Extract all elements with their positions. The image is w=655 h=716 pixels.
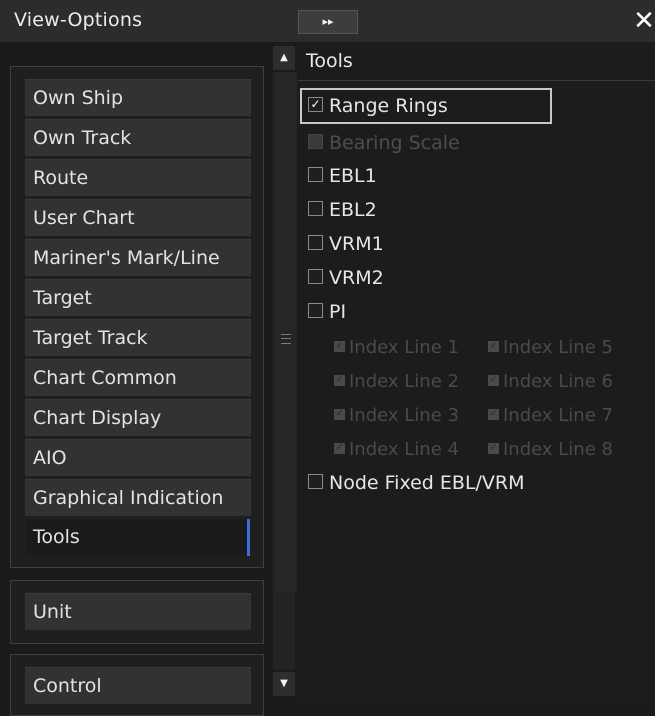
category-graphical-indication[interactable]: Graphical Indication: [25, 479, 251, 516]
control-group: Control: [10, 654, 264, 716]
scroll-down-button[interactable]: ▼: [273, 672, 295, 696]
index-line-2: ✓ Index Line 2: [334, 371, 459, 392]
category-aio[interactable]: AIO: [25, 439, 251, 476]
close-button[interactable]: ✕: [632, 6, 655, 36]
arrow-down-icon: ▼: [280, 678, 288, 689]
section-divider: [298, 80, 655, 81]
category-own-ship[interactable]: Own Ship: [25, 79, 251, 116]
title-bar: View-Options ▸▸ ✕: [0, 0, 655, 42]
checkbox-disabled-icon: ✓: [488, 442, 499, 454]
checkbox-disabled-icon: ✓: [488, 340, 499, 352]
option-label: Node Fixed EBL/VRM: [329, 472, 525, 494]
index-line-5: ✓ Index Line 5: [488, 337, 613, 358]
active-indicator: [247, 519, 250, 556]
index-line-8: ✓ Index Line 8: [488, 439, 613, 460]
checkbox-disabled-icon: [308, 134, 323, 149]
option-label: Range Rings: [329, 95, 448, 117]
checkbox-icon[interactable]: [308, 201, 323, 216]
category-target-track[interactable]: Target Track: [25, 319, 251, 356]
scroll-up-button[interactable]: ▲: [273, 46, 295, 70]
checkbox-icon[interactable]: [308, 167, 323, 182]
category-control[interactable]: Control: [25, 667, 251, 704]
option-vrm2[interactable]: VRM2: [308, 265, 384, 291]
scroll-track[interactable]: [273, 72, 297, 670]
category-panel: Own Ship Own Track Route User Chart Mari…: [0, 42, 270, 716]
category-chart-common[interactable]: Chart Common: [25, 359, 251, 396]
category-unit[interactable]: Unit: [25, 593, 251, 630]
option-node-fixed-ebl-vrm[interactable]: Node Fixed EBL/VRM: [308, 470, 525, 496]
option-bearing-scale: Bearing Scale: [308, 130, 460, 156]
category-mariners-mark[interactable]: Mariner's Mark/Line: [25, 239, 251, 276]
option-label: VRM2: [329, 267, 384, 289]
arrow-up-icon: ▲: [280, 52, 288, 63]
index-line-1: ✓ Index Line 1: [334, 337, 459, 358]
index-line-7: ✓ Index Line 7: [488, 405, 613, 426]
unit-group: Unit: [10, 580, 264, 644]
checkbox-disabled-icon: ✓: [488, 408, 499, 420]
option-label: EBL2: [329, 199, 377, 221]
index-line-4: ✓ Index Line 4: [334, 439, 459, 460]
checkbox-icon[interactable]: [308, 269, 323, 284]
category-user-chart[interactable]: User Chart: [25, 199, 251, 236]
close-icon: ✕: [633, 6, 655, 36]
section-title: Tools: [306, 50, 353, 72]
checkbox-disabled-icon: ✓: [334, 374, 345, 386]
checkbox-disabled-icon: ✓: [334, 340, 345, 352]
expand-button[interactable]: ▸▸: [298, 10, 358, 34]
category-own-track[interactable]: Own Track: [25, 119, 251, 156]
grip-icon: [281, 334, 291, 344]
checkbox-checked-icon[interactable]: ✓: [308, 97, 323, 112]
category-target[interactable]: Target: [25, 279, 251, 316]
option-pi[interactable]: PI: [308, 299, 346, 325]
index-line-6: ✓ Index Line 6: [488, 371, 613, 392]
category-chart-display[interactable]: Chart Display: [25, 399, 251, 436]
option-ebl2[interactable]: EBL2: [308, 197, 377, 223]
checkbox-icon[interactable]: [308, 474, 323, 489]
checkbox-icon[interactable]: [308, 235, 323, 250]
category-group: Own Ship Own Track Route User Chart Mari…: [10, 66, 264, 568]
checkbox-disabled-icon: ✓: [334, 442, 345, 454]
option-label: EBL1: [329, 165, 377, 187]
option-ebl1[interactable]: EBL1: [308, 163, 377, 189]
double-arrow-right-icon: ▸▸: [322, 15, 334, 28]
option-label: Bearing Scale: [329, 132, 460, 154]
tools-panel: Tools ✓ Range Rings Bearing Scale EBL1 EB…: [298, 42, 655, 699]
option-label: PI: [329, 301, 347, 323]
option-range-rings[interactable]: ✓ Range Rings: [308, 93, 448, 119]
category-tools[interactable]: Tools: [25, 519, 251, 556]
index-line-3: ✓ Index Line 3: [334, 405, 459, 426]
window-title: View-Options: [14, 9, 143, 31]
options-scrollbar[interactable]: ▲ ▼: [271, 42, 297, 699]
scroll-thumb[interactable]: [275, 72, 297, 592]
category-tools-label: Tools: [33, 526, 80, 548]
checkbox-icon[interactable]: [308, 303, 323, 318]
option-label: VRM1: [329, 233, 384, 255]
checkbox-disabled-icon: ✓: [488, 374, 499, 386]
option-vrm1[interactable]: VRM1: [308, 231, 384, 257]
checkbox-disabled-icon: ✓: [334, 408, 345, 420]
category-route[interactable]: Route: [25, 159, 251, 196]
